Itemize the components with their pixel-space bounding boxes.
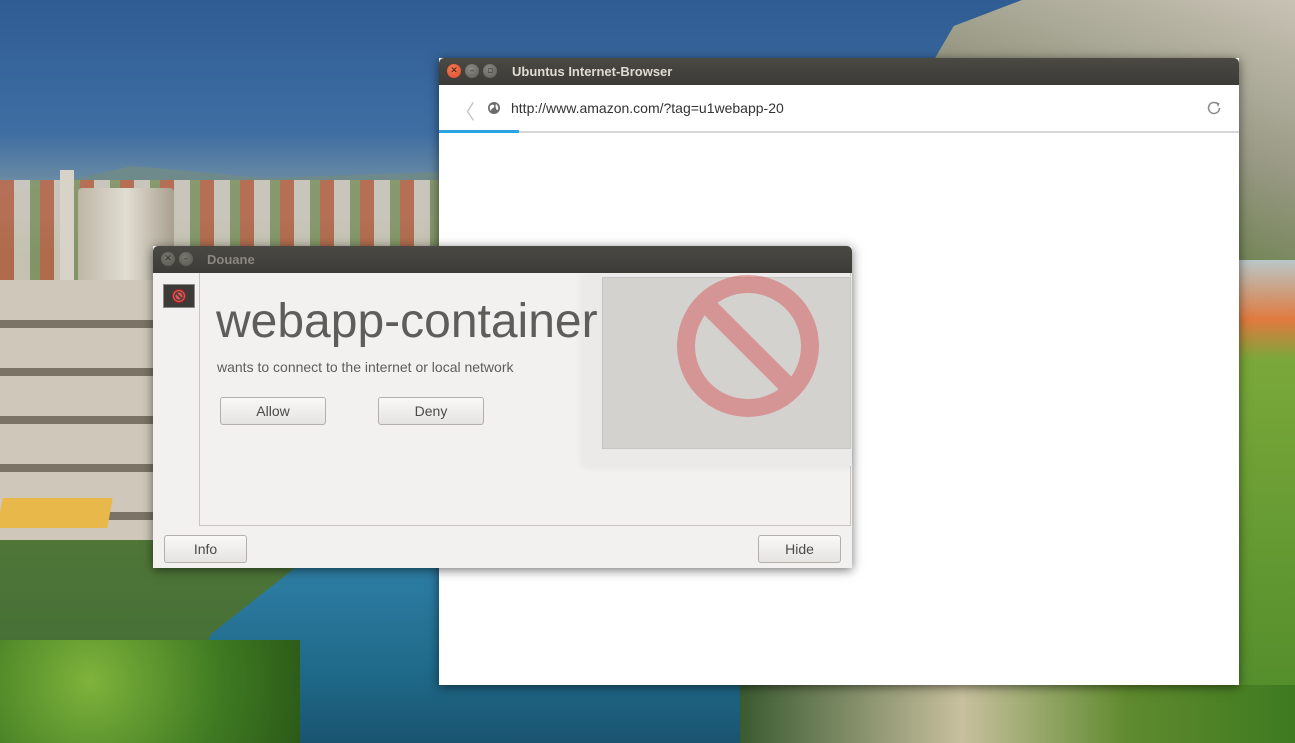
- wallpaper-canopy: [0, 498, 113, 528]
- address-bar: 〈 http://www.amazon.com/?tag=u1webapp-20: [439, 85, 1239, 133]
- browser-titlebar[interactable]: ✕ – ▫ Ubuntus Internet-Browser: [439, 58, 1239, 85]
- allow-button[interactable]: Allow: [220, 397, 326, 425]
- maximize-icon[interactable]: ▫: [483, 64, 497, 78]
- close-icon[interactable]: ✕: [447, 64, 461, 78]
- wallpaper-trees-right: [1238, 260, 1295, 743]
- globe-icon: [488, 102, 500, 114]
- forbidden-watermark-icon: [677, 275, 819, 417]
- minimize-icon[interactable]: –: [179, 252, 193, 266]
- window-controls: ✕ – ▫: [447, 64, 497, 78]
- forbidden-icon[interactable]: [163, 284, 195, 308]
- url-field[interactable]: http://www.amazon.com/?tag=u1webapp-20: [511, 85, 784, 131]
- wallpaper-riverbank: [740, 685, 1295, 743]
- page-load-progress: [439, 130, 519, 133]
- douane-title: Douane: [207, 252, 255, 267]
- wallpaper-trees: [0, 640, 300, 743]
- minimize-icon[interactable]: –: [465, 64, 479, 78]
- app-name: webapp-container: [216, 295, 598, 348]
- wallpaper-minaret: [60, 170, 74, 280]
- dialog-window-controls: ✕ –: [161, 252, 193, 266]
- connection-message: wants to connect to the internet or loca…: [217, 359, 514, 375]
- deny-button[interactable]: Deny: [378, 397, 484, 425]
- close-icon[interactable]: ✕: [161, 252, 175, 266]
- douane-titlebar[interactable]: ✕ – Douane: [153, 246, 852, 273]
- douane-dialog: ✕ – Douane webapp-container wants to con…: [153, 246, 852, 568]
- info-button[interactable]: Info: [164, 535, 247, 563]
- chevron-left-icon[interactable]: 〈: [455, 96, 475, 125]
- reload-icon[interactable]: [1205, 99, 1223, 117]
- browser-title: Ubuntus Internet-Browser: [512, 64, 673, 79]
- hide-button[interactable]: Hide: [758, 535, 841, 563]
